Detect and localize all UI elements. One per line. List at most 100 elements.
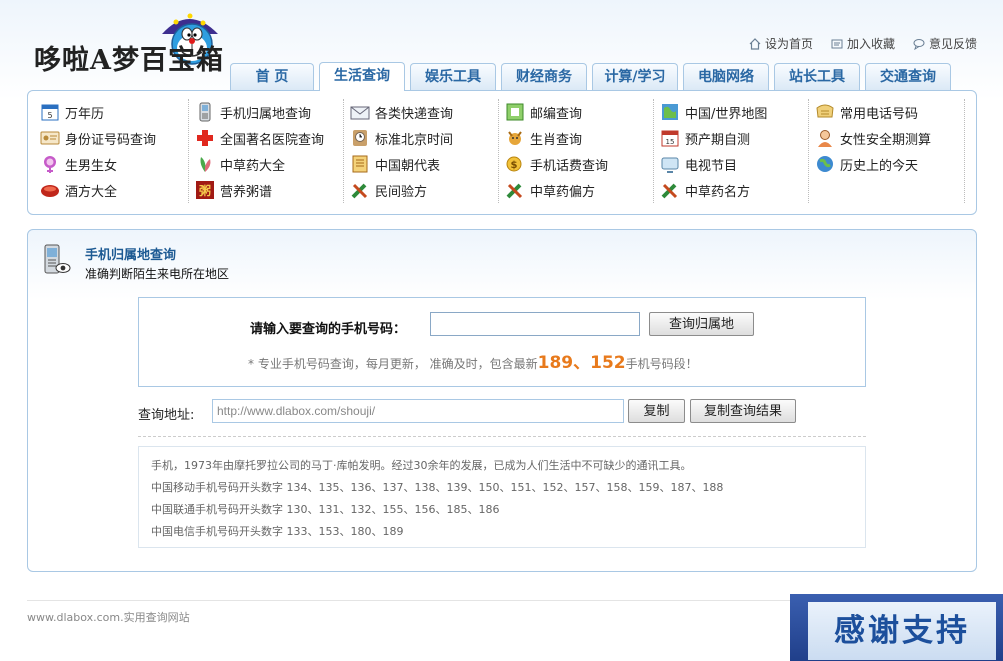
zodiac-icon <box>508 131 522 145</box>
porridge-icon: 粥 <box>196 181 214 199</box>
tab-entertainment[interactable]: 娱乐工具 <box>410 63 496 90</box>
nav-column-6: 常用电话号码 女性安全期测算 历史上的今天 <box>815 99 969 177</box>
add-favorite-link[interactable]: 加入收藏 <box>831 35 895 52</box>
nav-item-label: 营养粥谱 <box>220 184 273 200</box>
nav-item-label: 生男生女 <box>65 158 118 174</box>
info-box: 手机，1973年由摩托罗拉公司的马丁·库帕发明。经过30余年的发展，已成为人们生… <box>138 446 866 548</box>
nav-item-beijing-time[interactable]: 标准北京时间 <box>350 125 504 151</box>
nav-column-2: 手机归属地查询 全国著名医院查询 中草药大全 粥 营养粥谱 <box>195 99 349 203</box>
nav-item-calendar[interactable]: 5 万年历 <box>40 99 194 125</box>
feedback-link[interactable]: 意见反馈 <box>913 35 977 52</box>
phone-number-input[interactable] <box>430 312 640 336</box>
query-note-suffix: 手机号码段！ <box>625 357 698 371</box>
feedback-label: 意见反馈 <box>928 37 977 51</box>
tab-traffic-query[interactable]: 交通查询 <box>865 63 951 90</box>
mobile-icon <box>199 102 211 122</box>
nav-item-label: 酒方大全 <box>65 184 118 200</box>
copy-result-button[interactable]: 复制查询结果 <box>690 399 796 423</box>
info-line: 中国移动手机号码开头数字 134、135、136、137、138、139、150… <box>151 481 724 494</box>
nav-item-id-card[interactable]: 身份证号码查询 <box>40 125 194 151</box>
map-icon <box>662 104 678 120</box>
nav-item-dynasty[interactable]: 中国朝代表 <box>350 151 504 177</box>
calendar-icon: 5 <box>41 104 59 121</box>
nav-item-express[interactable]: 各类快递查询 <box>350 99 504 125</box>
nav-column-5: 中国/世界地图 15 预产期自测 电视节目 中草药名方 <box>660 99 814 203</box>
phonebook-icon <box>816 104 834 118</box>
hospital-icon <box>197 130 213 146</box>
nav-item-label: 全国著名医院查询 <box>220 132 325 148</box>
nav-item-hospital[interactable]: 全国著名医院查询 <box>195 125 349 151</box>
nav-item-label: 身份证号码查询 <box>65 132 157 148</box>
query-location-button[interactable]: 查询归属地 <box>649 312 754 336</box>
svg-text:$: $ <box>511 160 518 171</box>
globe-icon <box>817 156 833 172</box>
nav-column-4: 邮编查询 生肖查询 $ 手机话费查询 中草药偏方 <box>505 99 659 203</box>
nav-item-wine[interactable]: 酒方大全 <box>40 177 194 203</box>
nav-item-zodiac[interactable]: 生肖查询 <box>505 125 659 151</box>
nav-item-herbal-remedy[interactable]: 中草药偏方 <box>505 177 659 203</box>
logo-text: 哆啦A梦百宝箱 <box>34 45 224 76</box>
tab-webmaster-tools[interactable]: 站长工具 <box>774 63 860 90</box>
nav-item-label: 中国朝代表 <box>375 158 441 174</box>
nav-item-today-in-history[interactable]: 历史上的今天 <box>815 151 969 177</box>
section-title: 手机归属地查询 <box>85 248 177 263</box>
nav-item-postcode[interactable]: 邮编查询 <box>505 99 659 125</box>
thanks-support-button[interactable]: 感谢支持 <box>808 602 996 660</box>
nav-item-mobile-location[interactable]: 手机归属地查询 <box>195 99 349 125</box>
nav-item-label: 预产期自测 <box>685 132 751 148</box>
info-line: 中国电信手机号码开头数字 133、153、180、189 <box>151 525 404 538</box>
column-divider <box>188 99 189 203</box>
query-url-input[interactable] <box>212 399 624 423</box>
nav-item-female-safe-period[interactable]: 女性安全期测算 <box>815 125 969 151</box>
tab-finance[interactable]: 财经商务 <box>501 63 587 90</box>
tab-computer-network[interactable]: 电脑网络 <box>683 63 769 90</box>
copy-button[interactable]: 复制 <box>628 399 685 423</box>
nav-item-phone-bill[interactable]: $ 手机话费查询 <box>505 151 659 177</box>
highlight-number-189: 189 <box>537 353 574 373</box>
column-divider <box>498 99 499 203</box>
tab-home[interactable]: 首 页 <box>230 63 314 90</box>
nav-item-map[interactable]: 中国/世界地图 <box>660 99 814 125</box>
clock-icon <box>353 130 367 146</box>
woman-icon <box>818 130 832 147</box>
nav-item-label: 手机归属地查询 <box>220 106 312 122</box>
query-note: * 专业手机号码查询，每月更新， 准确及时，包含最新189、152手机号码段！ <box>248 348 698 373</box>
feedback-icon <box>913 38 925 50</box>
site-logo[interactable]: 哆啦A梦百宝箱 <box>28 8 228 90</box>
wine-icon <box>41 185 59 197</box>
nav-item-label: 中国/世界地图 <box>685 106 768 122</box>
query-box: 请输入要查询的手机号码： 查询归属地 * 专业手机号码查询，每月更新， 准确及时… <box>138 297 866 387</box>
mail-icon <box>350 106 370 120</box>
column-divider <box>808 99 809 203</box>
nav-item-baby-gender[interactable]: 生男生女 <box>40 151 194 177</box>
nav-column-1: 5 万年历 身份证号码查询 生男生女 酒方大全 <box>40 99 194 203</box>
nav-item-herbs[interactable]: 中草药大全 <box>195 151 349 177</box>
nav-item-folk-remedy[interactable]: 民间验方 <box>350 177 504 203</box>
highlight-separator: 、 <box>573 353 591 373</box>
set-homepage-link[interactable]: 设为首页 <box>749 35 813 52</box>
due-date-icon: 15 <box>661 130 679 147</box>
tab-calc-study[interactable]: 计算/学习 <box>592 63 678 90</box>
svg-text:5: 5 <box>47 111 52 120</box>
nav-item-tv-program[interactable]: 电视节目 <box>660 151 814 177</box>
nav-item-label: 万年历 <box>65 106 105 122</box>
column-divider <box>343 99 344 203</box>
nav-item-label: 手机话费查询 <box>530 158 609 174</box>
herb-icon <box>200 157 211 172</box>
top-links: 设为首页 加入收藏 意见反馈 <box>749 35 977 52</box>
info-line: 中国联通手机号码开头数字 130、131、132、155、156、185、186 <box>151 503 500 516</box>
home-icon <box>749 37 761 50</box>
phone-number-label: 请输入要查询的手机号码： <box>250 322 407 337</box>
phone-bill-icon: $ <box>506 156 522 172</box>
tab-life-query[interactable]: 生活查询 <box>319 62 405 91</box>
thanks-support-banner: 感谢支持 <box>790 594 1003 661</box>
query-note-prefix: * 专业手机号码查询，每月更新， 准确及时，包含最新 <box>248 357 538 371</box>
id-card-icon <box>40 131 60 145</box>
nav-item-herbal-prescription[interactable]: 中草药名方 <box>660 177 814 203</box>
postcode-icon <box>506 103 524 121</box>
column-divider <box>653 99 654 203</box>
nav-item-due-date[interactable]: 15 预产期自测 <box>660 125 814 151</box>
add-favorite-label: 加入收藏 <box>846 37 895 51</box>
nav-item-porridge[interactable]: 粥 营养粥谱 <box>195 177 349 203</box>
nav-item-phonebook[interactable]: 常用电话号码 <box>815 99 969 125</box>
